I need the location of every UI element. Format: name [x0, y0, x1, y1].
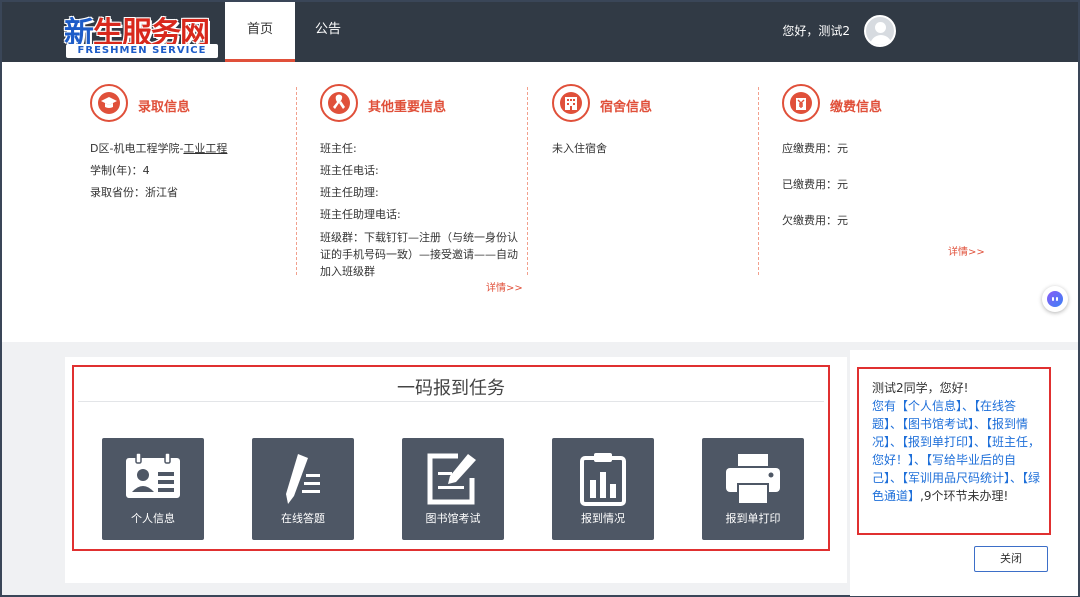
task-card-print-form[interactable]: 报到单打印	[702, 438, 804, 540]
notification-suffix: ,9个环节未办理!	[920, 489, 1009, 503]
section-divider	[758, 87, 759, 275]
yuan-tag-icon	[782, 84, 820, 122]
other-info-details: 班主任: 班主任电话: 班主任助理: 班主任助理电话: 班级群：下载钉钉—注册（…	[320, 138, 520, 280]
top-navigation-bar: 新生服务网 FRESHMEN SERVICE 首页 公告 您好，测试2	[2, 2, 1078, 62]
fee-owed: 欠缴费用：元	[782, 214, 848, 227]
graduation-cap-icon	[90, 84, 128, 122]
notification-message: 测试2同学，您好! 您有【个人信息】、【在线答题】、【图书馆考试】、【报到情况】…	[872, 379, 1044, 505]
edit-document-icon	[427, 453, 476, 505]
class-group-instructions: 班级群：下载钉钉—注册（与统一身份认证的手机号码一致）—接受邀请——自动加入班级…	[320, 231, 518, 278]
fee-paid: 已缴费用：元	[782, 178, 848, 191]
class-teacher-phone: 班主任电话:	[320, 164, 379, 177]
class-teacher: 班主任:	[320, 142, 357, 155]
dorm-title: 宿舍信息	[600, 100, 653, 115]
task-card-online-quiz[interactable]: 在线答题	[252, 438, 354, 540]
admission-major-line: D区-机电工程学院-工业工程	[90, 138, 290, 160]
major-text: 工业工程	[183, 142, 228, 155]
avatar-head	[875, 22, 886, 33]
user-greeting: 您好，测试2	[782, 24, 850, 38]
pending-task-links[interactable]: 【个人信息】、【在线答题】、【图书馆考试】、【报到情况】、【报到单打印】、【班主…	[872, 399, 1040, 503]
pen-writing-icon	[286, 454, 320, 504]
other-info-more-link[interactable]: 详情>>	[486, 279, 523, 294]
dorm-status: 未入住宿舍	[552, 142, 607, 155]
admission-duration: 学制(年)：4	[90, 164, 150, 177]
task-card-library-exam[interactable]: 图书馆考试	[402, 438, 504, 540]
task-section-title: 一码报到任务	[78, 374, 824, 402]
info-panel: 录取信息 D区-机电工程学院-工业工程 学制(年)：4 录取省份：浙江省 其他重…	[2, 62, 1078, 342]
task-card-personal-info[interactable]: 个人信息	[102, 438, 204, 540]
site-logo[interactable]: 新生服务网 FRESHMEN SERVICE	[64, 8, 220, 58]
app-window: 新生服务网 FRESHMEN SERVICE 首页 公告 您好，测试2 录取信息…	[0, 0, 1080, 597]
college-text: D区-机电工程学院-	[90, 142, 184, 155]
fee-due: 应缴费用：元	[782, 142, 848, 155]
task-label: 报到单打印	[725, 512, 781, 525]
fee-title: 缴费信息	[830, 100, 883, 115]
nav-tab-notice[interactable]: 公告	[300, 2, 356, 62]
task-label: 报到情况	[581, 512, 625, 525]
close-button[interactable]: 关闭	[974, 546, 1048, 572]
admission-details: D区-机电工程学院-工业工程 学制(年)：4 录取省份：浙江省	[90, 138, 290, 204]
avatar-body	[870, 35, 892, 45]
assistant-float-icon[interactable]	[1042, 286, 1068, 312]
task-label: 在线答题	[281, 512, 325, 525]
teacher-assistant-phone: 班主任助理电话:	[320, 208, 401, 221]
task-label: 个人信息	[131, 512, 175, 525]
building-icon	[552, 84, 590, 122]
task-card-checkin-status[interactable]: 报到情况	[552, 438, 654, 540]
fee-details: 应缴费用：元 已缴费用：元 欠缴费用：元	[782, 138, 982, 246]
clipboard-chart-icon	[580, 453, 626, 506]
nav-tab-home[interactable]: 首页	[225, 2, 295, 62]
notification-prefix: 您有	[872, 399, 897, 413]
admission-province: 录取省份：浙江省	[90, 186, 178, 199]
fee-more-link[interactable]: 详情>>	[948, 243, 985, 258]
dorm-details: 未入住宿舍	[552, 138, 752, 160]
task-label: 图书馆考试	[425, 512, 481, 525]
assistant-face	[1047, 291, 1063, 307]
user-avatar[interactable]	[864, 15, 896, 47]
ribbon-icon	[320, 84, 358, 122]
logo-subtitle: FRESHMEN SERVICE	[66, 44, 218, 58]
section-divider	[527, 87, 528, 275]
other-info-title: 其他重要信息	[368, 100, 447, 115]
admission-title: 录取信息	[138, 100, 191, 115]
id-card-icon	[126, 452, 180, 498]
printer-icon	[726, 454, 780, 505]
teacher-assistant: 班主任助理:	[320, 186, 379, 199]
section-divider	[296, 87, 297, 275]
notification-greeting: 测试2同学，您好!	[872, 381, 969, 395]
